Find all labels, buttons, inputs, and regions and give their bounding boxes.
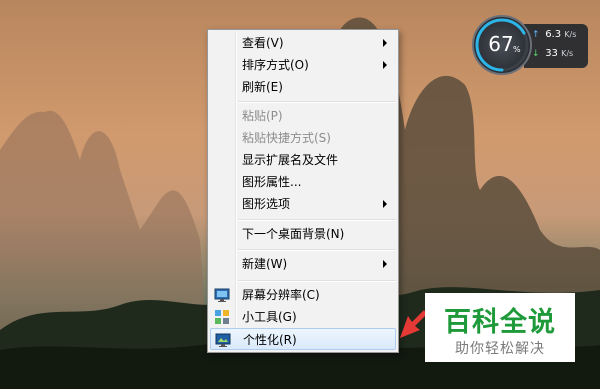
submenu-arrow-icon	[383, 200, 387, 208]
desktop-context-menu: 查看(V) 排序方式(O) 刷新(E) 粘贴(P) 粘贴快捷方式(S) 显示扩展…	[207, 29, 399, 353]
menu-separator	[238, 280, 396, 282]
menu-item-personalize[interactable]: 个性化(R)	[210, 328, 396, 350]
menu-item-graphics-options[interactable]: 图形选项	[210, 193, 396, 215]
upload-arrow-icon: ↑	[532, 30, 540, 40]
menu-item-label: 小工具(G)	[242, 310, 297, 324]
menu-item-gadgets[interactable]: 小工具(G)	[210, 306, 396, 328]
network-monitor-gadget[interactable]: ↑ 6.3 K/s ↓ 33 K/s 67 %	[472, 15, 590, 75]
submenu-arrow-icon	[383, 39, 387, 47]
download-arrow-icon: ↓	[532, 49, 540, 59]
download-speed: ↓ 33 K/s	[532, 48, 573, 59]
menu-item-label: 图形属性...	[242, 175, 302, 189]
personalize-icon	[215, 333, 231, 347]
watermark-title: 百科全说	[444, 307, 556, 338]
upload-speed-value: 6.3	[545, 29, 562, 40]
menu-item-graphics-properties[interactable]: 图形属性...	[210, 171, 396, 193]
menu-item-screen-resolution[interactable]: 屏幕分辨率(C)	[210, 284, 396, 306]
menu-item-show-extensions[interactable]: 显示扩展名及文件	[210, 149, 396, 171]
menu-item-new[interactable]: 新建(W)	[210, 253, 396, 275]
menu-separator	[238, 219, 396, 221]
menu-item-paste-shortcut[interactable]: 粘贴快捷方式(S)	[210, 127, 396, 149]
submenu-arrow-icon	[383, 61, 387, 69]
menu-item-next-background[interactable]: 下一个桌面背景(N)	[210, 223, 396, 245]
watermark-subtitle: 助你轻松解决	[455, 341, 545, 357]
menu-item-label: 查看(V)	[242, 36, 284, 50]
menu-item-paste[interactable]: 粘贴(P)	[210, 105, 396, 127]
gauge-percent-sign: %	[513, 45, 521, 54]
menu-item-label: 刷新(E)	[242, 80, 283, 94]
menu-item-label: 个性化(R)	[243, 333, 297, 347]
menu-item-label: 屏幕分辨率(C)	[242, 288, 320, 302]
menu-item-label: 新建(W)	[242, 257, 288, 271]
menu-item-label: 粘贴快捷方式(S)	[242, 131, 331, 145]
menu-separator	[238, 249, 396, 251]
menu-separator	[238, 101, 396, 103]
upload-speed: ↑ 6.3 K/s	[532, 29, 576, 40]
menu-item-label: 显示扩展名及文件	[242, 153, 339, 167]
download-speed-unit: K/s	[561, 49, 574, 58]
speed-panel: ↑ 6.3 K/s ↓ 33 K/s	[524, 24, 588, 68]
download-speed-value: 33	[545, 48, 558, 59]
menu-item-label: 图形选项	[242, 197, 291, 211]
memory-gauge[interactable]: 67 %	[472, 15, 532, 75]
monitor-icon	[214, 288, 230, 302]
submenu-arrow-icon	[383, 260, 387, 268]
menu-item-label: 排序方式(O)	[242, 58, 309, 72]
menu-item-view[interactable]: 查看(V)	[210, 32, 396, 54]
menu-item-label: 下一个桌面背景(N)	[242, 227, 345, 241]
red-pointer-arrow-icon	[400, 310, 427, 338]
watermark-badge: 百科全说 助你轻松解决	[425, 293, 575, 362]
menu-item-refresh[interactable]: 刷新(E)	[210, 76, 396, 98]
upload-speed-unit: K/s	[564, 30, 577, 39]
menu-item-label: 粘贴(P)	[242, 109, 283, 123]
gadgets-icon	[215, 310, 229, 324]
menu-item-sort-by[interactable]: 排序方式(O)	[210, 54, 396, 76]
